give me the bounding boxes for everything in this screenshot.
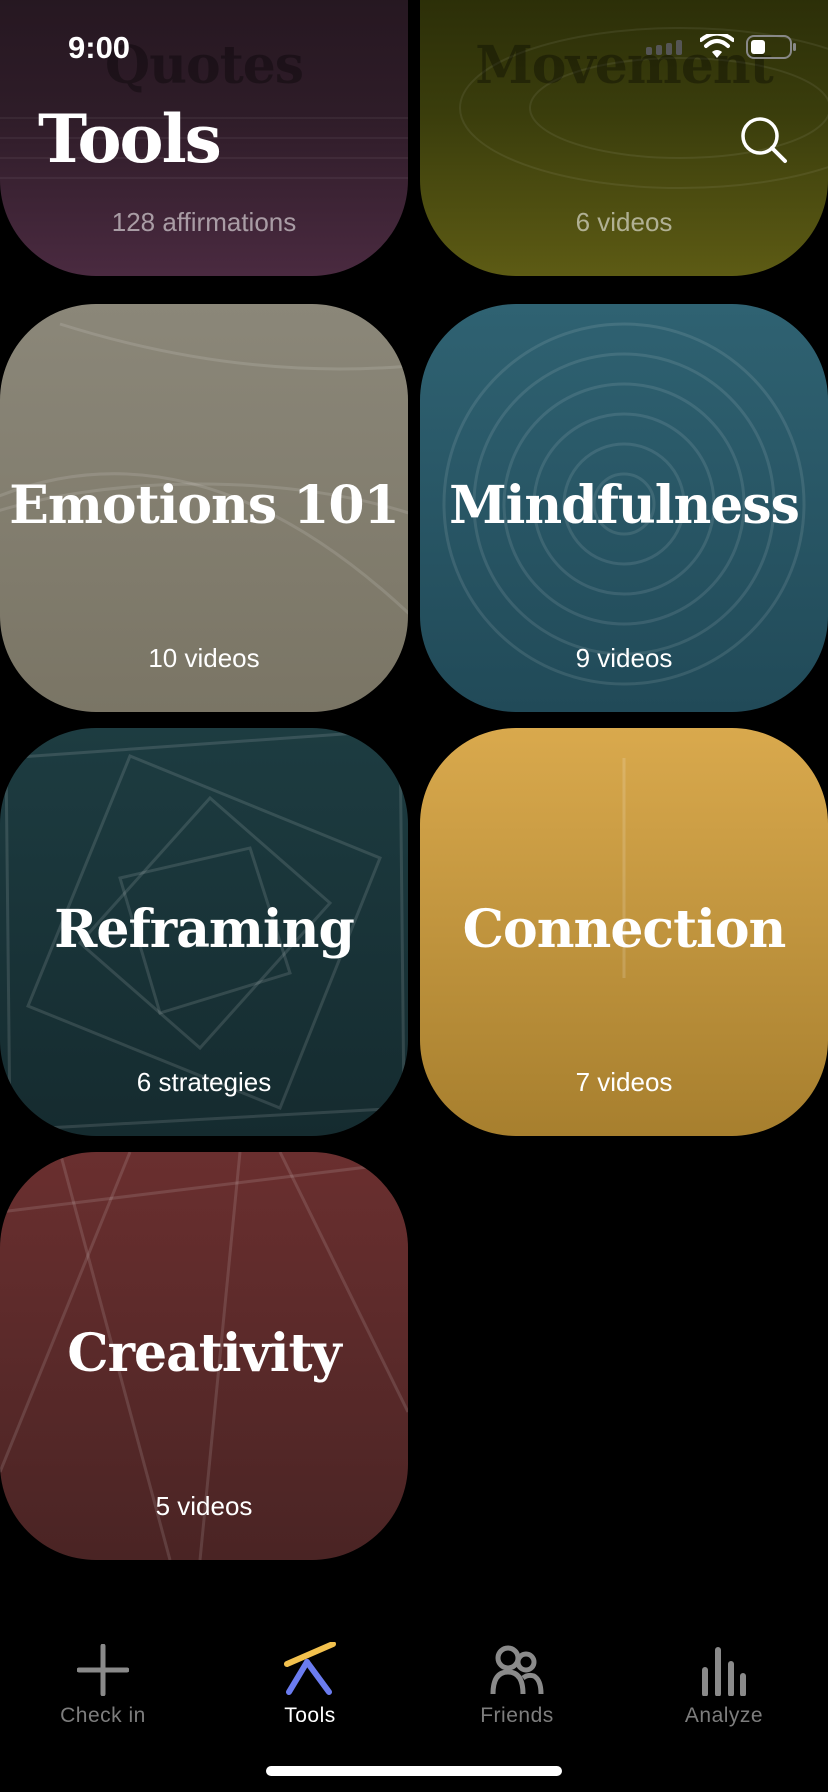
search-button[interactable]	[738, 114, 790, 166]
tile-title: Quotes	[104, 35, 304, 96]
tools-icon	[284, 1642, 336, 1695]
tab-tools[interactable]: Tools	[220, 1636, 400, 1728]
tile-subtitle: 10 videos	[148, 643, 260, 673]
page-title: Tools	[38, 100, 222, 178]
friends-icon	[490, 1645, 544, 1695]
tab-label: Check in	[60, 1704, 146, 1727]
tile-reframing[interactable]: Reframing 6 strategies	[0, 728, 408, 1136]
tab-friends[interactable]: Friends	[427, 1636, 607, 1728]
status-icons	[646, 34, 798, 60]
status-time: 9:00	[68, 30, 131, 65]
tile-subtitle: 6 strategies	[136, 1067, 272, 1097]
tab-check-in[interactable]: Check in	[13, 1636, 193, 1728]
tile-creativity[interactable]: Creativity 5 videos	[0, 1152, 408, 1560]
battery-icon	[746, 35, 796, 59]
tile-title: Connection	[462, 899, 787, 961]
tile-mindfulness[interactable]: Mindfulness 9 videos	[420, 304, 828, 712]
tab-label: Tools	[284, 1704, 336, 1727]
tile-emotions-101[interactable]: Emotions 101 10 videos	[0, 304, 408, 712]
plus-icon	[77, 1644, 129, 1696]
tile-subtitle: 7 videos	[575, 1067, 673, 1097]
wifi-icon	[700, 34, 734, 58]
tile-title: Reframing	[54, 899, 355, 961]
tile-title: Emotions 101	[9, 475, 400, 537]
tile-title: Mindfulness	[449, 475, 800, 537]
tab-label: Friends	[480, 1704, 554, 1727]
tile-subtitle: 128 affirmations	[111, 207, 297, 237]
tab-analyze[interactable]: Analyze	[634, 1636, 814, 1728]
search-icon	[741, 117, 787, 163]
cellular-signal-icon	[646, 40, 682, 55]
tile-subtitle: 6 videos	[575, 207, 673, 237]
tile-title: Creativity	[67, 1323, 342, 1385]
tile-subtitle: 9 videos	[575, 643, 673, 673]
tile-subtitle: 5 videos	[155, 1491, 253, 1521]
tab-label: Analyze	[684, 1704, 764, 1727]
home-indicator[interactable]	[266, 1766, 562, 1776]
bars-icon	[702, 1647, 746, 1696]
tile-connection[interactable]: Connection 7 videos	[420, 728, 828, 1136]
